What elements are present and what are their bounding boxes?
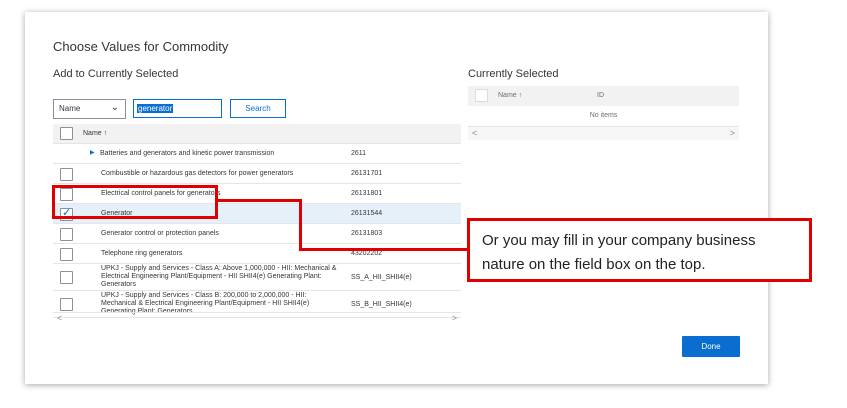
row-code: 26131544 (351, 210, 383, 217)
selected-select-all-checkbox (475, 89, 488, 102)
column-header-name[interactable]: Name ↑ (83, 130, 107, 137)
sort-ascending-icon: ↑ (103, 130, 108, 137)
horizontal-scrollbar[interactable]: < > (53, 312, 461, 324)
search-input-value: generator (137, 104, 174, 113)
table-row[interactable]: Telephone ring generators 43202202 (53, 244, 461, 264)
selected-table: Name ↑ ID No items < > (468, 86, 739, 140)
scroll-left-icon[interactable]: < (472, 128, 477, 138)
table-row[interactable]: ▶ Batteries and generators and kinetic p… (53, 144, 461, 164)
selected-table-header: Name ↑ ID (468, 86, 739, 106)
row-code: 43202202 (351, 250, 383, 257)
annotation-callout: Or you may fill in your company business… (467, 218, 812, 282)
dialog-title: Choose Values for Commodity (53, 39, 229, 54)
results-table: Name ↑ ▶ Batteries and generators and ki… (53, 124, 461, 318)
scroll-right-icon[interactable]: > (730, 128, 735, 138)
row-name: UPKJ - Supply and Services - Class A: Ab… (101, 265, 337, 288)
table-row[interactable]: UPKJ - Supply and Services - Class A: Ab… (53, 264, 461, 291)
table-row[interactable]: Generator control or protection panels 2… (53, 224, 461, 244)
done-button[interactable]: Done (682, 336, 740, 357)
row-code: 26131801 (351, 190, 383, 197)
row-name: Batteries and generators and kinetic pow… (100, 150, 275, 157)
table-header: Name ↑ (53, 124, 461, 144)
selected-section-title: Currently Selected (468, 68, 559, 80)
row-code: SS_A_HII_SHII4(e) (351, 274, 412, 281)
row-name: Generator control or protection panels (101, 230, 219, 237)
scroll-left-icon[interactable]: < (57, 313, 62, 323)
select-all-checkbox[interactable] (60, 127, 73, 140)
table-row[interactable]: Combustible or hazardous gas detectors f… (53, 164, 461, 184)
row-code: 26131803 (351, 230, 383, 237)
callout-connector (299, 248, 469, 251)
search-field-select[interactable]: Name ⌄ (53, 99, 126, 119)
search-button[interactable]: Search (230, 99, 286, 118)
search-input[interactable]: generator (133, 99, 222, 118)
row-code: 26131701 (351, 170, 383, 177)
column-header-id[interactable]: ID (597, 92, 604, 99)
callout-connector (299, 200, 302, 250)
column-header-name[interactable]: Name ↑ (498, 92, 522, 99)
empty-message: No items (589, 112, 618, 119)
row-code: 2611 (351, 150, 367, 157)
expand-icon[interactable]: ▶ (90, 149, 95, 156)
horizontal-scrollbar[interactable]: < > (468, 126, 739, 140)
row-checkbox[interactable] (60, 168, 73, 181)
row-code: SS_B_HII_SHII4(e) (351, 301, 412, 308)
row-checkbox[interactable] (60, 271, 73, 284)
row-name: Combustible or hazardous gas detectors f… (101, 170, 294, 177)
scroll-right-icon[interactable]: > (452, 313, 457, 323)
row-checkbox[interactable] (60, 228, 73, 241)
row-checkbox[interactable] (60, 248, 73, 261)
add-section-title: Add to Currently Selected (53, 68, 179, 80)
callout-connector (218, 199, 302, 202)
highlight-box (52, 185, 218, 219)
row-name: Telephone ring generators (101, 250, 183, 257)
chevron-down-icon: ⌄ (110, 102, 119, 113)
sort-ascending-icon: ↑ (518, 92, 523, 99)
select-value: Name (59, 104, 81, 113)
row-checkbox[interactable] (60, 298, 73, 311)
